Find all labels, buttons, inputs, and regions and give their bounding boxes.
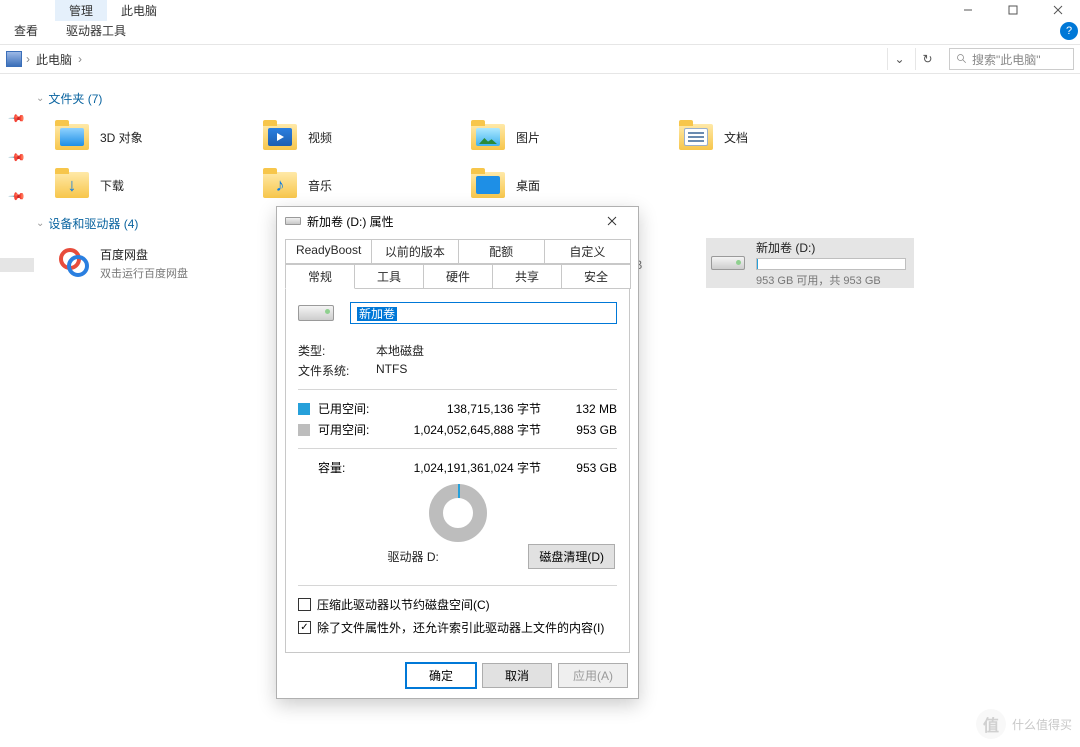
device-baidu[interactable]: 百度网盘 双击运行百度网盘 (50, 238, 258, 288)
dialog-tab[interactable]: 配额 (458, 239, 545, 264)
close-button[interactable] (1035, 0, 1080, 20)
dialog-tab[interactable]: ReadyBoost (285, 239, 372, 264)
nav-selection-stub (0, 258, 34, 272)
device-drive-d[interactable]: 新加卷 (D:) 953 GB 可用，共 953 GB (706, 238, 914, 288)
folder-item[interactable]: 3D 对象 (50, 113, 258, 161)
ribbon-tab-drive-tools[interactable]: 驱动器工具 (52, 22, 140, 39)
dialog-titlebar[interactable]: 新加卷 (D:) 属性 (277, 207, 638, 235)
pc-icon (6, 51, 22, 67)
folder-icon (54, 169, 90, 201)
maximize-button[interactable] (990, 0, 1035, 20)
folder-icon (678, 121, 714, 153)
folder-icon (262, 121, 298, 153)
disk-cleanup-button[interactable]: 磁盘清理(D) (528, 544, 615, 569)
used-color-swatch (298, 403, 310, 415)
dialog-tab[interactable]: 硬件 (423, 264, 493, 289)
minimize-button[interactable] (945, 0, 990, 20)
disk-icon (298, 305, 334, 321)
dialog-tab[interactable]: 自定义 (544, 239, 631, 264)
folder-item[interactable]: 下载 (50, 161, 258, 209)
volume-name-input[interactable]: 新加卷 (350, 302, 617, 324)
watermark: 值 什么值得买 (976, 709, 1072, 739)
ribbon-tab-context[interactable]: 此电脑 (107, 0, 171, 21)
pin-icon: 📌 (8, 187, 27, 206)
ok-button[interactable]: 确定 (406, 663, 476, 688)
allow-indexing-checkbox[interactable]: ✓ (298, 621, 311, 634)
dialog-tab[interactable]: 共享 (492, 264, 562, 289)
chevron-right-icon: › (78, 52, 82, 66)
breadcrumb-root[interactable]: 此电脑 (36, 51, 72, 68)
chevron-right-icon: › (26, 52, 30, 66)
ribbon-tab-manage[interactable]: 管理 (55, 0, 107, 21)
help-icon[interactable]: ? (1060, 22, 1078, 40)
disk-icon (285, 217, 301, 225)
disk-icon (711, 256, 745, 270)
folder-item[interactable]: 音乐 (258, 161, 466, 209)
search-input[interactable]: 搜索"此电脑" (949, 48, 1074, 70)
dialog-tab[interactable]: 工具 (354, 264, 424, 289)
compress-checkbox[interactable] (298, 598, 311, 611)
folder-item[interactable]: 图片 (466, 113, 674, 161)
free-color-swatch (298, 424, 310, 436)
dialog-tab[interactable]: 以前的版本 (371, 239, 458, 264)
folder-item[interactable]: 桌面 (466, 161, 674, 209)
usage-bar (756, 258, 906, 270)
pin-icon: 📌 (8, 109, 27, 128)
watermark-icon: 值 (976, 709, 1006, 739)
usage-donut (429, 484, 487, 542)
folder-item[interactable]: 视频 (258, 113, 466, 161)
folder-icon (262, 169, 298, 201)
ribbon-tab-view[interactable]: 查看 (0, 22, 52, 39)
folder-icon (470, 169, 506, 201)
folder-icon (54, 121, 90, 153)
breadcrumb[interactable]: › 此电脑 › (26, 51, 82, 68)
dialog-close-button[interactable] (594, 210, 630, 232)
folder-icon (470, 121, 506, 153)
dialog-tab[interactable]: 常规 (285, 264, 355, 289)
cancel-button[interactable]: 取消 (482, 663, 552, 688)
refresh-icon[interactable]: ↻ (915, 48, 939, 70)
pin-icon: 📌 (8, 148, 27, 167)
address-dropdown-icon[interactable]: ⌄ (887, 48, 911, 70)
apply-button[interactable]: 应用(A) (558, 663, 628, 688)
dialog-tab[interactable]: 安全 (561, 264, 631, 289)
search-icon (956, 53, 968, 65)
chevron-down-icon: ⌄ (36, 218, 44, 229)
properties-dialog: 新加卷 (D:) 属性 ReadyBoost以前的版本配额自定义 常规工具硬件共… (276, 206, 639, 699)
baidu-icon (57, 248, 87, 278)
section-header-folders[interactable]: ⌄ 文件夹 (7) (34, 84, 1080, 113)
folder-item[interactable]: 文档 (674, 113, 882, 161)
chevron-down-icon: ⌄ (36, 93, 44, 104)
